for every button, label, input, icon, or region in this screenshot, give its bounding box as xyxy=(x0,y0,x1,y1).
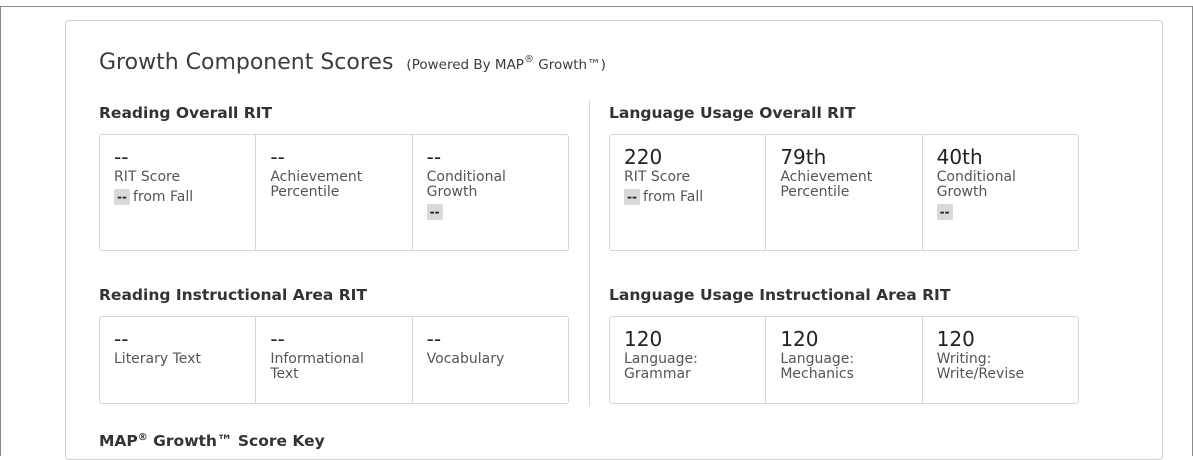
reading-rit-change: -- from Fall xyxy=(114,185,255,205)
reading-area-label: Literary Text xyxy=(114,351,201,367)
reading-rit-value: -- xyxy=(114,145,129,169)
reading-growth-value: -- xyxy=(426,145,442,169)
language-area-mechanics: 120 Language: Mechanics xyxy=(766,317,923,403)
reading-rit-change-badge: -- xyxy=(114,189,130,205)
language-rit-cell: 220 RIT Score -- from Fall xyxy=(610,135,767,250)
language-achievement-label: Achievement Percentile xyxy=(780,169,873,200)
reading-achievement-label: Achievement Percentile xyxy=(270,169,363,200)
reading-growth-label: Conditional Growth xyxy=(426,169,506,200)
language-area-value: 120 xyxy=(624,327,663,351)
language-achievement-value: 79th xyxy=(780,145,827,169)
reading-area-label: Informational Text xyxy=(270,351,364,382)
reading-growth-cell: -- Conditional Growth -- xyxy=(413,135,568,250)
reading-instructional-box: -- Literary Text -- Informational Text -… xyxy=(99,316,569,404)
language-rit-change-label: from Fall xyxy=(642,189,704,205)
language-overall-heading: Language Usage Overall RIT xyxy=(609,104,856,122)
reading-rit-change-label: from Fall xyxy=(132,189,194,205)
reading-instructional-heading: Reading Instructional Area RIT xyxy=(99,286,368,304)
reading-area-vocabulary: -- Vocabulary xyxy=(413,317,568,403)
language-area-label: Writing: Write/Revise xyxy=(936,351,1025,382)
reading-rit-label: RIT Score xyxy=(114,169,181,185)
column-divider xyxy=(589,100,590,406)
reading-growth-badge: -- xyxy=(426,204,443,220)
reading-area-literary: -- Literary Text xyxy=(100,317,257,403)
reading-area-label: Vocabulary xyxy=(426,351,505,367)
reading-achievement-cell: -- Achievement Percentile xyxy=(256,135,413,250)
reading-area-value: -- xyxy=(114,327,129,351)
language-area-label: Language: Mechanics xyxy=(780,351,855,382)
reading-area-value: -- xyxy=(270,327,285,351)
reading-overall-box: -- RIT Score -- from Fall -- Achievement … xyxy=(99,134,569,251)
language-area-value: 120 xyxy=(936,327,975,351)
language-growth-label: Conditional Growth xyxy=(936,169,1016,200)
score-key-heading: MAP® Growth™ Score Key xyxy=(99,432,325,451)
language-area-value: 120 xyxy=(780,327,819,351)
reading-overall-heading: Reading Overall RIT xyxy=(99,104,273,122)
language-overall-box: 220 RIT Score -- from Fall 79th Achieveme… xyxy=(609,134,1079,251)
language-rit-change: -- from Fall xyxy=(624,185,765,205)
reading-achievement-value: -- xyxy=(270,145,285,169)
language-rit-value: 220 xyxy=(624,145,663,169)
language-rit-change-badge: -- xyxy=(624,189,640,205)
language-area-writing: 120 Writing: Write/Revise xyxy=(923,317,1078,403)
reading-area-value: -- xyxy=(426,327,442,351)
title-subtitle: (Powered By MAP® Growth™) xyxy=(406,54,606,73)
language-rit-label: RIT Score xyxy=(624,169,691,185)
language-area-grammar: 120 Language: Grammar xyxy=(610,317,767,403)
language-growth-value: 40th xyxy=(936,145,983,169)
language-growth-cell: 40th Conditional Growth -- xyxy=(923,135,1078,250)
page-title: Growth Component Scores (Powered By MAP®… xyxy=(99,50,606,75)
language-growth-badge: -- xyxy=(936,204,953,220)
reading-area-informational: -- Informational Text xyxy=(256,317,413,403)
title-text: Growth Component Scores xyxy=(99,50,394,75)
language-instructional-heading: Language Usage Instructional Area RIT xyxy=(609,286,951,304)
language-instructional-box: 120 Language: Grammar 120 Language: Mech… xyxy=(609,316,1079,404)
language-achievement-cell: 79th Achievement Percentile xyxy=(766,135,923,250)
reading-rit-cell: -- RIT Score -- from Fall xyxy=(100,135,257,250)
language-area-label: Language: Grammar xyxy=(624,351,698,382)
